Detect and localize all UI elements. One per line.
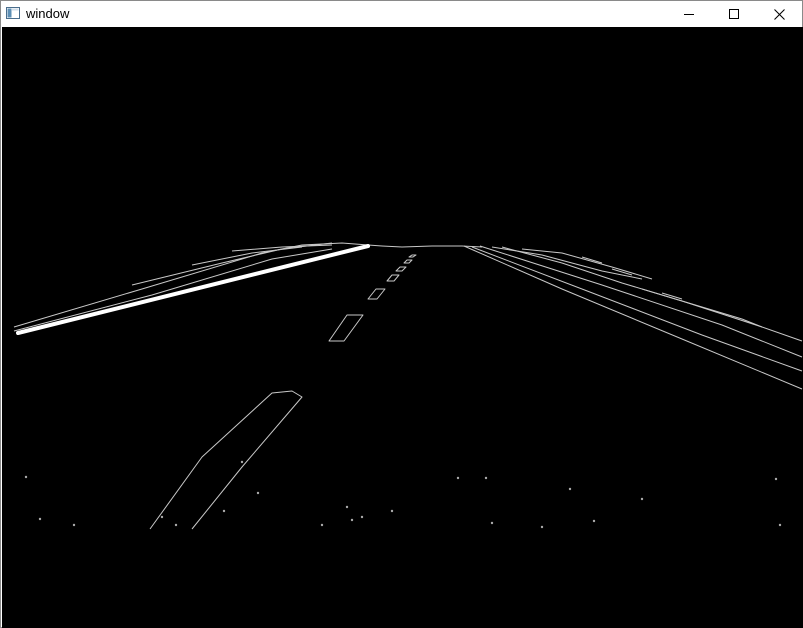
- window-title: window: [26, 6, 70, 21]
- close-icon: [773, 8, 785, 20]
- title-bar[interactable]: window: [1, 1, 802, 27]
- maximize-icon: [729, 9, 739, 19]
- edge-detection-image: [2, 27, 803, 628]
- minimize-icon: [684, 14, 694, 15]
- minimize-button[interactable]: [666, 1, 712, 27]
- app-icon: [6, 7, 20, 19]
- image-canvas: [2, 27, 803, 628]
- maximize-button[interactable]: [711, 1, 757, 27]
- close-button[interactable]: [756, 1, 802, 27]
- app-window: window: [0, 0, 803, 628]
